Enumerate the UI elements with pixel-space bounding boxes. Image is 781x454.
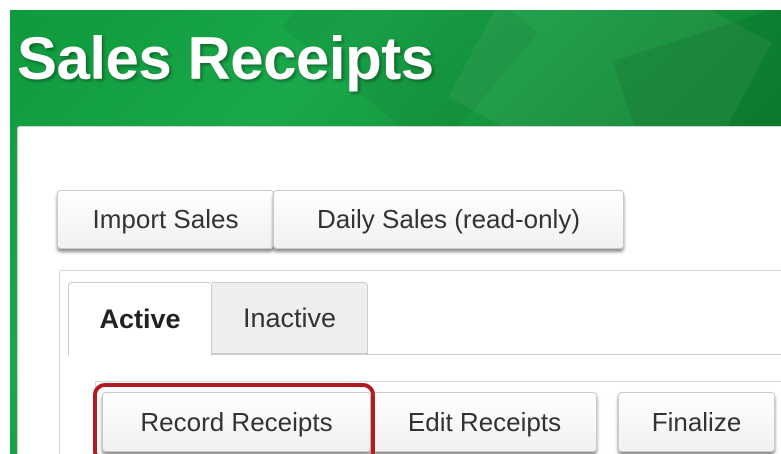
tab-active[interactable]: Active — [68, 282, 212, 356]
finalize-button[interactable]: Finalize — [618, 392, 775, 452]
daily-sales-button[interactable]: Daily Sales (read-only) — [273, 190, 624, 249]
page-title: Sales Receipts — [17, 25, 434, 92]
tab-inactive[interactable]: Inactive — [212, 282, 368, 354]
import-sales-button[interactable]: Import Sales — [57, 190, 274, 249]
record-receipts-button[interactable]: Record Receipts — [102, 392, 371, 452]
edit-receipts-button[interactable]: Edit Receipts — [372, 392, 597, 452]
app-window: Sales Receipts Import Sales Daily Sales … — [0, 0, 781, 454]
